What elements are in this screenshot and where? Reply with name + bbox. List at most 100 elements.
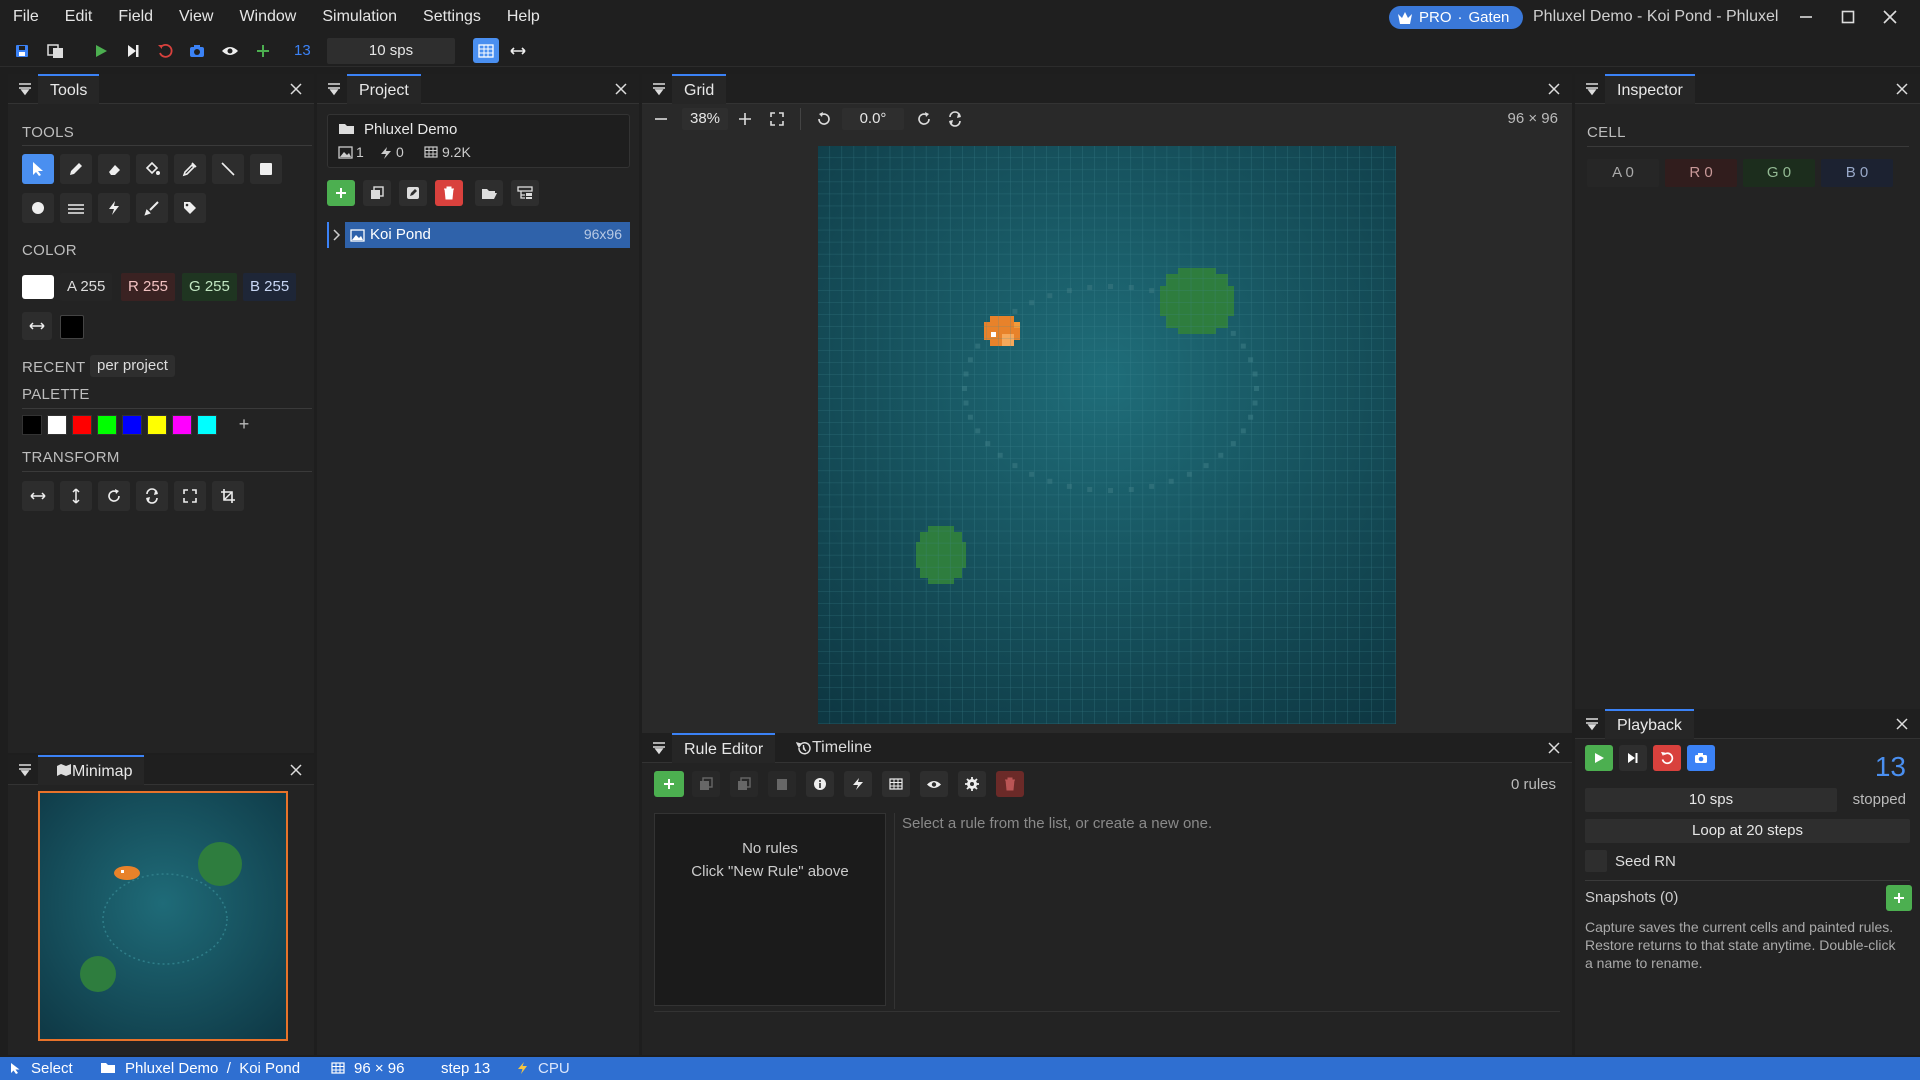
menu-edit[interactable]: Edit	[52, 0, 106, 34]
tag-tool-button[interactable]	[174, 193, 206, 223]
paste-rule-button[interactable]	[768, 771, 796, 797]
fit-view-icon[interactable]	[770, 112, 784, 126]
rect-tool-button[interactable]	[250, 154, 282, 184]
rotate-cw-icon[interactable]	[916, 111, 932, 127]
loop-button[interactable]: Loop at 20 steps	[1585, 819, 1910, 843]
rule-list[interactable]: No rules Click "New Rule" above	[654, 813, 886, 1006]
close-icon[interactable]	[1894, 716, 1910, 732]
close-icon[interactable]	[288, 81, 304, 97]
eyedropper-tool-button[interactable]	[174, 154, 206, 184]
palette-swatch[interactable]	[47, 415, 67, 435]
add-icon[interactable]	[252, 40, 274, 62]
tab-rule-editor[interactable]: Rule Editor	[672, 733, 776, 763]
minimap-canvas[interactable]	[38, 791, 288, 1041]
camera-icon[interactable]	[186, 40, 208, 62]
current-color-swatch[interactable]	[22, 275, 54, 299]
pro-badge[interactable]: PRO · Gaten	[1389, 6, 1523, 29]
toolbar-sps-field[interactable]: 10 sps	[327, 38, 455, 64]
delete-rule-button[interactable]	[996, 771, 1024, 797]
palette-swatch[interactable]	[197, 415, 217, 435]
rotate-ccw-icon[interactable]	[816, 111, 832, 127]
palette-swatch[interactable]	[172, 415, 192, 435]
delete-button[interactable]	[435, 180, 463, 206]
wrap-icon[interactable]	[507, 40, 529, 62]
copy-rule-button[interactable]	[730, 771, 758, 797]
bolt-tool-button[interactable]	[98, 193, 130, 223]
duplicate-button[interactable]	[363, 180, 391, 206]
tree-view-button[interactable]	[511, 180, 539, 206]
palette-swatch[interactable]	[22, 415, 42, 435]
alpha-channel[interactable]: A 255	[60, 273, 113, 301]
tab-project[interactable]: Project	[347, 74, 421, 104]
palette-swatch[interactable]	[72, 415, 92, 435]
line-tool-button[interactable]	[212, 154, 244, 184]
red-channel[interactable]: R 255	[121, 273, 176, 301]
rule-settings-button[interactable]	[958, 771, 986, 797]
menu-help[interactable]: Help	[494, 0, 553, 34]
blue-channel[interactable]: B 255	[243, 273, 297, 301]
new-rule-button[interactable]	[654, 771, 684, 797]
zoom-in-icon[interactable]	[738, 112, 752, 126]
zoom-field[interactable]: 38%	[682, 108, 728, 130]
step-button[interactable]	[1619, 745, 1647, 771]
close-icon[interactable]	[1894, 81, 1910, 97]
menu-view[interactable]: View	[166, 0, 226, 34]
tab-grid[interactable]: Grid	[672, 74, 727, 104]
panel-menu-icon[interactable]	[1585, 717, 1599, 731]
zoom-out-icon[interactable]	[654, 112, 668, 126]
menu-window[interactable]: Window	[226, 0, 309, 34]
play-button[interactable]	[1585, 745, 1613, 771]
rule-info-button[interactable]	[806, 771, 834, 797]
recent-scope-chip[interactable]: per project	[90, 355, 175, 377]
tab-inspector[interactable]: Inspector	[1605, 74, 1695, 104]
flip-vertical-button[interactable]	[60, 481, 92, 511]
menu-file[interactable]: File	[0, 0, 52, 34]
capture-button[interactable]	[1687, 745, 1715, 771]
rule-grid-button[interactable]	[882, 771, 910, 797]
green-channel[interactable]: G 255	[182, 273, 237, 301]
save-icon[interactable]	[11, 40, 33, 62]
flip-horizontal-button[interactable]	[22, 481, 54, 511]
maximize-icon[interactable]	[1840, 9, 1856, 25]
duplicate-rule-button[interactable]	[692, 771, 720, 797]
select-tool-button[interactable]	[22, 154, 54, 184]
close-icon[interactable]	[288, 762, 304, 778]
minimize-icon[interactable]	[1798, 9, 1814, 25]
gradient-tool-button[interactable]	[60, 193, 92, 223]
playback-sps-field[interactable]: 10 sps	[1585, 788, 1837, 812]
rename-button[interactable]	[399, 180, 427, 206]
pencil-tool-button[interactable]	[60, 154, 92, 184]
rotate-180-button[interactable]	[136, 481, 168, 511]
panel-menu-icon[interactable]	[652, 741, 666, 755]
palette-swatch[interactable]	[97, 415, 117, 435]
panel-menu-icon[interactable]	[327, 82, 341, 96]
menu-field[interactable]: Field	[105, 0, 166, 34]
open-folder-button[interactable]	[475, 180, 503, 206]
secondary-color-swatch[interactable]	[60, 315, 84, 339]
step-icon[interactable]	[122, 40, 144, 62]
seed-checkbox[interactable]	[1585, 850, 1607, 872]
fit-button[interactable]	[174, 481, 206, 511]
panel-menu-icon[interactable]	[652, 82, 666, 96]
close-window-icon[interactable]	[1882, 9, 1898, 25]
crop-button[interactable]	[212, 481, 244, 511]
palette-swatch[interactable]	[147, 415, 167, 435]
close-icon[interactable]	[1546, 81, 1562, 97]
tab-minimap[interactable]: Minimap	[38, 755, 145, 785]
close-icon[interactable]	[613, 81, 629, 97]
brush-tool-button[interactable]	[136, 193, 168, 223]
tab-playback[interactable]: Playback	[1605, 709, 1694, 739]
eye-icon[interactable]	[219, 40, 241, 62]
tab-tools[interactable]: Tools	[38, 74, 100, 104]
save-as-icon[interactable]	[45, 40, 67, 62]
panel-menu-icon[interactable]	[18, 763, 32, 777]
eraser-tool-button[interactable]	[98, 154, 130, 184]
palette-swatch[interactable]	[122, 415, 142, 435]
panel-menu-icon[interactable]	[1585, 82, 1599, 96]
rotate-cw-button[interactable]	[98, 481, 130, 511]
menu-settings[interactable]: Settings	[410, 0, 494, 34]
reset-rotation-icon[interactable]	[947, 111, 963, 127]
project-card[interactable]: Phluxel Demo 1 0 9.2K	[327, 114, 630, 168]
chevron-right-icon[interactable]	[331, 229, 341, 241]
fill-tool-button[interactable]	[136, 154, 168, 184]
